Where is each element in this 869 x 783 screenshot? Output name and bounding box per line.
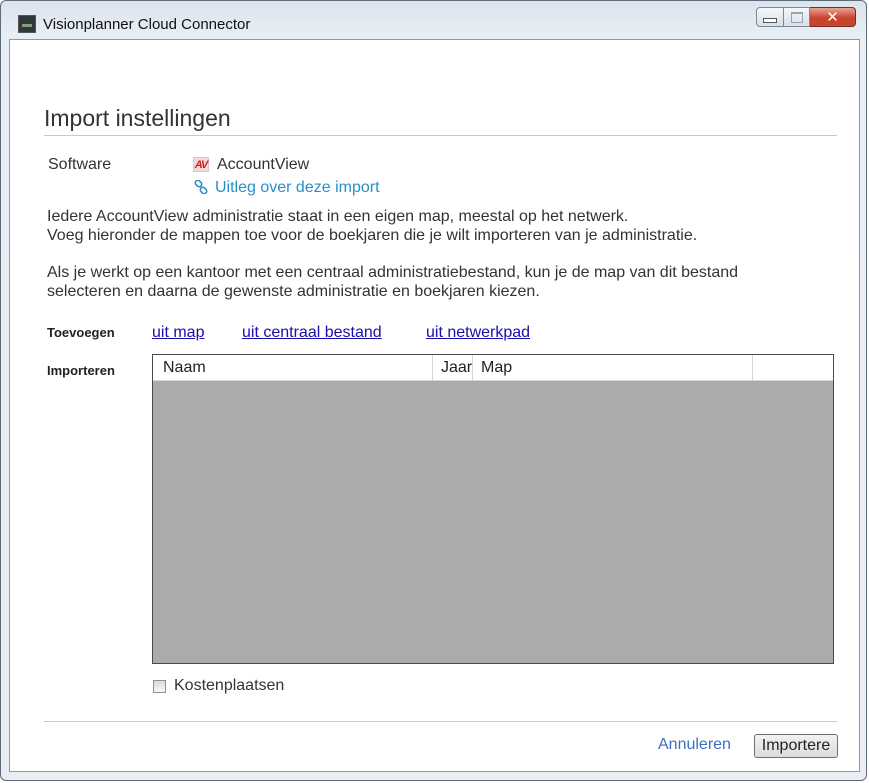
toevoegen-label: Toevoegen [47,325,115,340]
dialog-content: Import instellingen Software AV AccountV… [9,39,860,772]
minimize-icon [763,18,777,23]
window-controls: ✕ [756,7,856,29]
close-icon: ✕ [826,7,839,26]
description-line: Als je werkt op een kantoor met een cent… [47,264,739,281]
column-header-map[interactable]: Map [473,355,753,380]
kostenplaatsen-checkbox[interactable] [153,679,166,693]
app-icon [18,15,36,33]
import-info-link[interactable]: Uitleg over deze import [215,179,380,197]
add-from-network-path-link[interactable]: uit netwerkpad [426,324,530,342]
window-frame: Visionplanner Cloud Connector ✕ Import i… [0,0,867,781]
software-name: AccountView [217,156,310,173]
description-paragraph-1: Iedere AccountView administratie staat i… [47,207,697,245]
minimize-button[interactable] [756,7,784,27]
description-paragraph-2: Als je werkt op een kantoor met een cent… [47,263,738,301]
maximize-icon [790,11,803,23]
column-header-naam[interactable]: Naam [153,355,433,380]
close-button[interactable]: ✕ [810,7,856,27]
description-line: Iedere AccountView administratie staat i… [47,208,629,225]
kostenplaatsen-label[interactable]: Kostenplaatsen [174,677,284,695]
description-line: Voeg hieronder de mappen toe voor de boe… [47,227,698,244]
link-icon [194,179,210,195]
column-header-filler [753,355,833,380]
importeren-label: Importeren [47,363,115,378]
import-button[interactable]: Importere [754,734,838,758]
description-line: selecteren en daarna de gewenste adminis… [47,283,540,300]
footer-divider [44,721,837,722]
title-bar[interactable]: Visionplanner Cloud Connector ✕ [1,1,866,41]
page-title: Import instellingen [44,105,231,131]
kostenplaatsen-option[interactable]: Kostenplaatsen [153,677,284,695]
cancel-button[interactable]: Annuleren [658,736,731,754]
heading-divider [44,135,837,136]
accountview-logo-icon: AV [193,157,209,172]
add-from-folder-link[interactable]: uit map [152,324,204,342]
add-from-central-file-link[interactable]: uit centraal bestand [242,324,382,342]
grid-header: Naam Jaar Map [153,355,833,381]
window-title: Visionplanner Cloud Connector [43,16,251,33]
column-header-jaar[interactable]: Jaar [433,355,473,380]
software-label: Software [48,156,112,173]
import-grid[interactable]: Naam Jaar Map [152,354,834,664]
maximize-button[interactable] [784,7,810,27]
